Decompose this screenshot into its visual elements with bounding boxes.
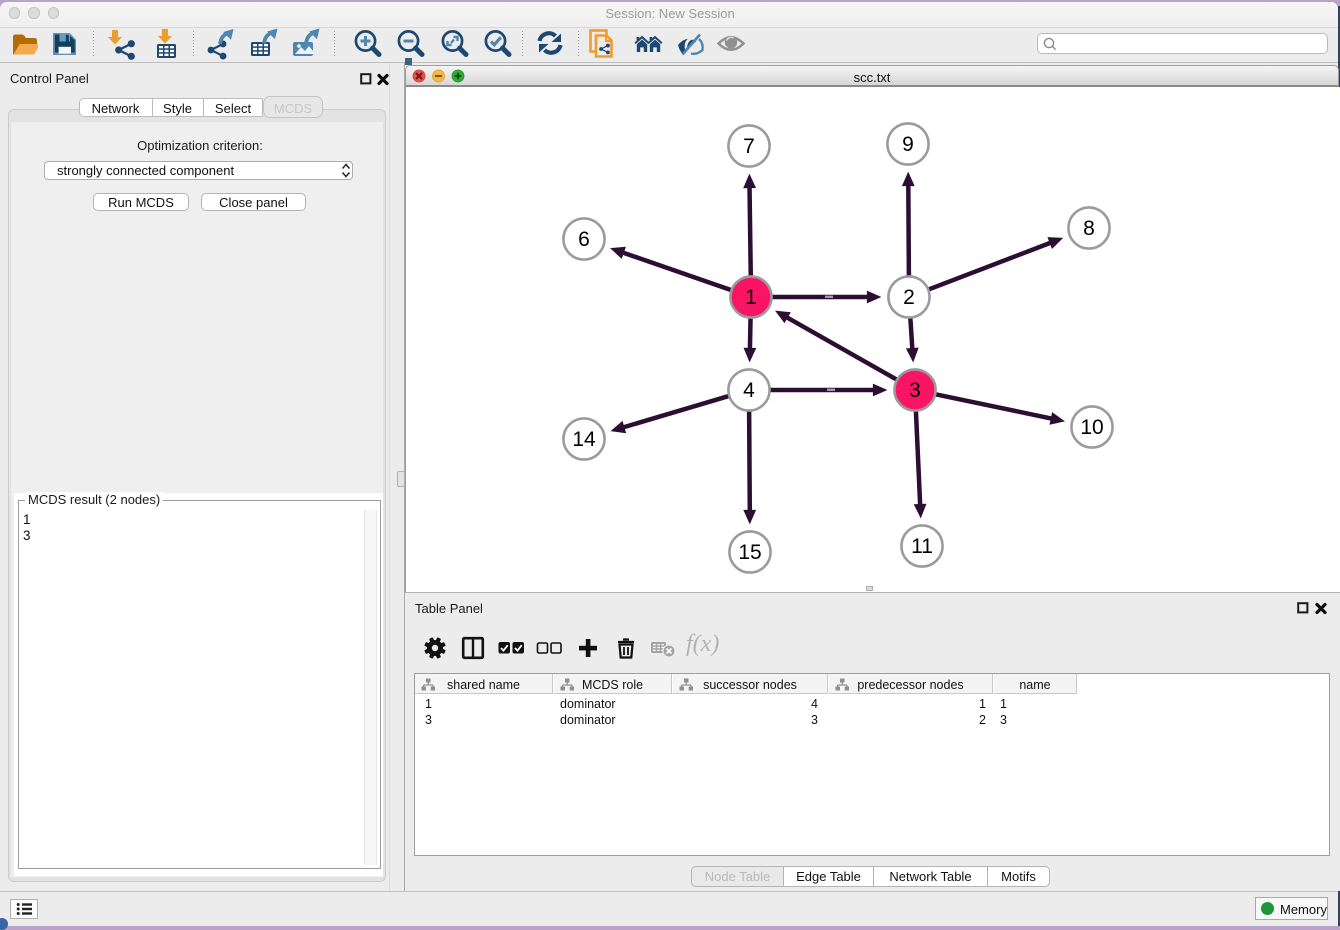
svg-text:11: 11 [911,535,933,558]
svg-text:14: 14 [572,428,596,451]
svg-text:8: 8 [1083,217,1095,240]
svg-text:4: 4 [743,379,755,402]
svg-text:1: 1 [745,286,757,309]
svg-text:7: 7 [743,135,755,158]
svg-text:6: 6 [578,228,590,251]
svg-text:15: 15 [738,541,761,564]
svg-text:10: 10 [1080,416,1103,439]
svg-text:9: 9 [902,133,914,156]
svg-text:2: 2 [903,286,915,309]
svg-text:3: 3 [909,379,921,402]
